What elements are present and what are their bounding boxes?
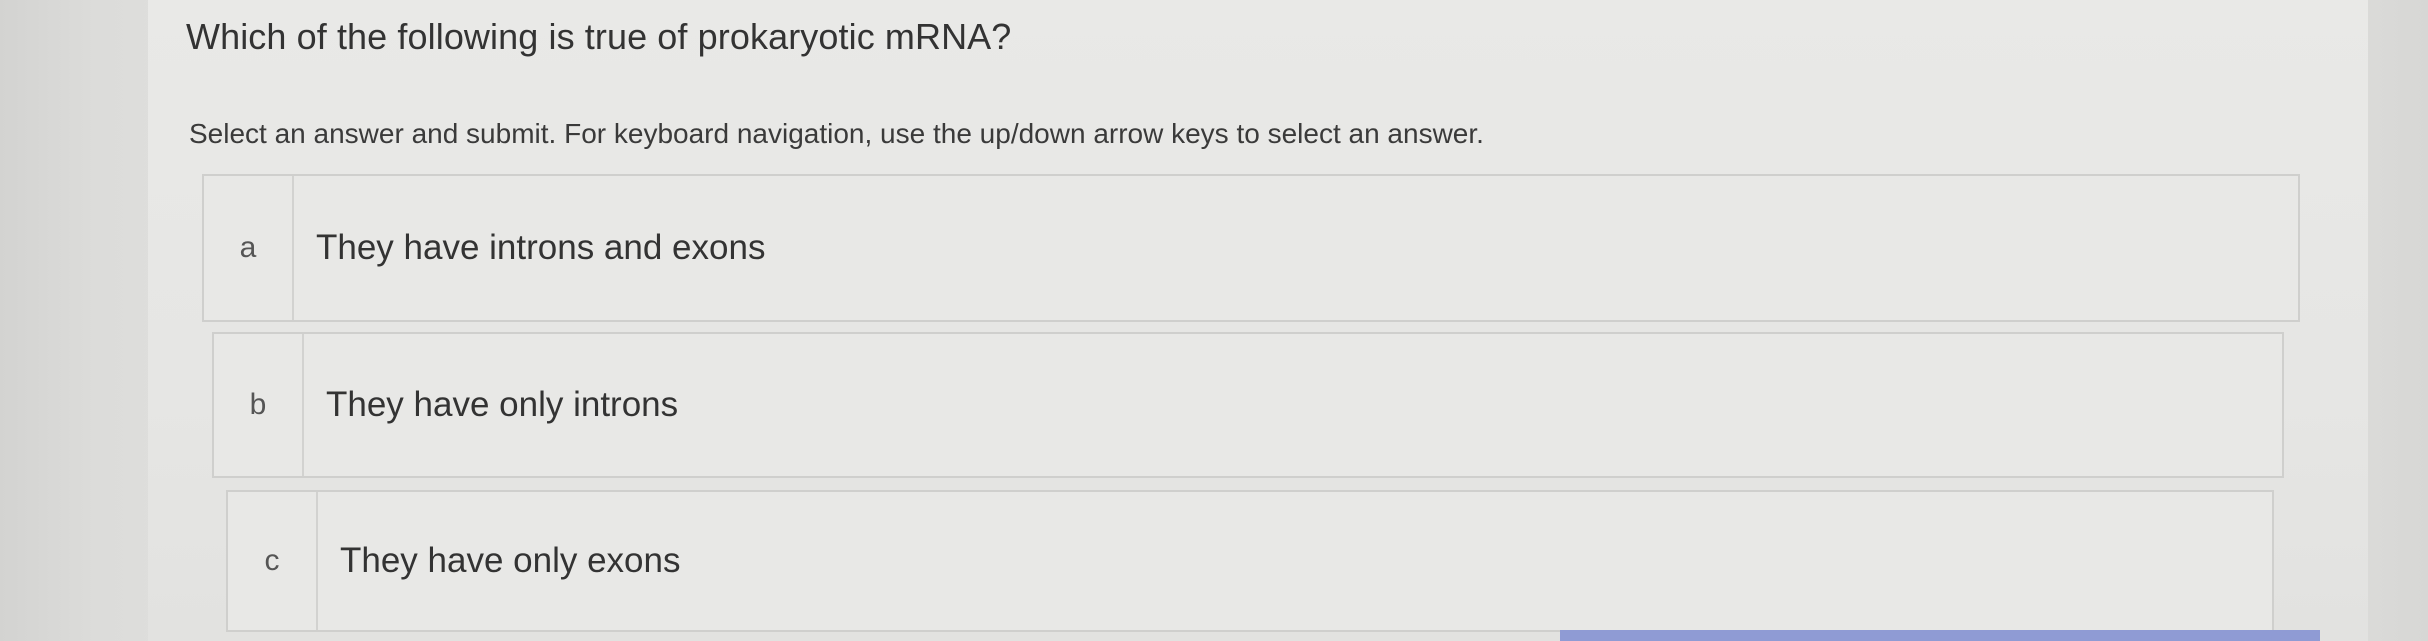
option-text-c: They have only exons <box>340 541 681 580</box>
option-letter-b: b <box>214 334 304 476</box>
submit-bar-edge <box>1560 630 2320 641</box>
answer-option-a[interactable]: a They have introns and exons <box>202 174 2300 322</box>
option-text-b: They have only introns <box>326 385 679 424</box>
option-text-a: They have introns and exons <box>316 228 766 267</box>
answer-option-b[interactable]: b They have only introns <box>212 332 2284 478</box>
question-text: Which of the following is true of prokar… <box>186 16 1012 57</box>
instructions-text: Select an answer and submit. For keyboar… <box>189 118 1484 149</box>
option-letter-a: a <box>204 176 294 320</box>
answer-option-c[interactable]: c They have only exons <box>226 490 2274 632</box>
option-letter-c: c <box>228 492 318 630</box>
